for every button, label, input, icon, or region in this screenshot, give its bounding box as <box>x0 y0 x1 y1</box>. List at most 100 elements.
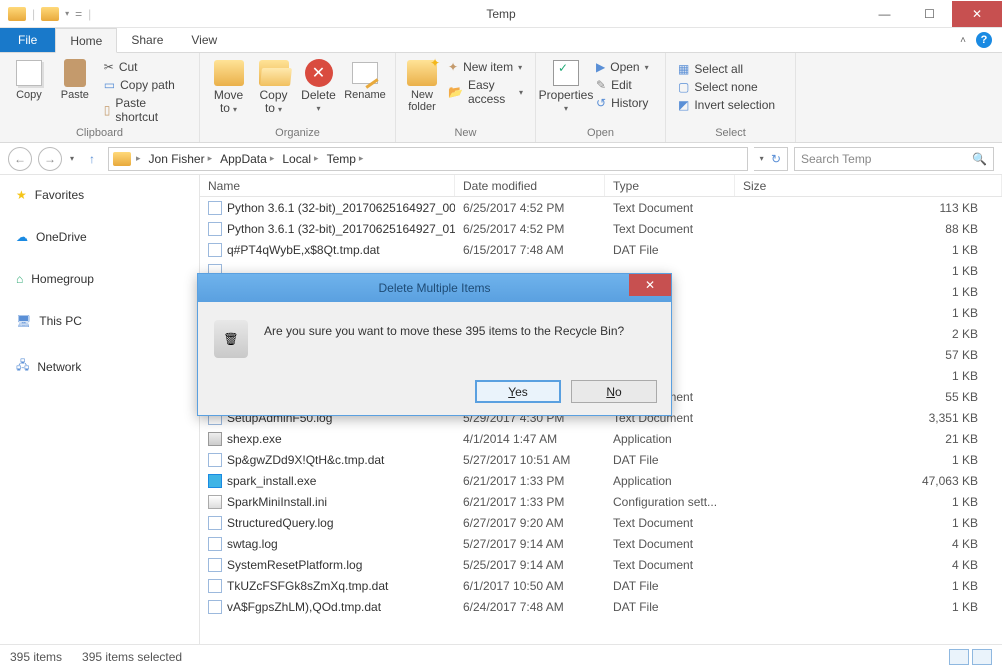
folder-icon <box>113 152 131 166</box>
close-button[interactable]: ✕ <box>952 1 1002 27</box>
col-date[interactable]: Date modified <box>455 175 605 196</box>
new-folder-button[interactable]: New folder <box>404 57 440 115</box>
tab-share[interactable]: Share <box>117 28 177 52</box>
file-type: DAT File <box>605 600 735 614</box>
sidebar-network[interactable]: 🖧Network <box>0 351 199 382</box>
file-icon <box>208 600 222 614</box>
col-name[interactable]: Name <box>200 175 455 196</box>
dialog-titlebar[interactable]: Delete Multiple Items ✕ <box>198 274 671 302</box>
crumb[interactable]: Temp▸ <box>324 152 367 166</box>
cloud-icon: ☁ <box>16 230 28 244</box>
tab-home[interactable]: Home <box>55 28 117 53</box>
qat: | ▾ = | <box>0 7 91 21</box>
recent-dropdown[interactable]: ▾ <box>70 154 74 163</box>
file-date: 5/27/2017 10:51 AM <box>455 453 605 467</box>
select-none-button[interactable]: ▢Select none <box>674 79 779 95</box>
rename-button[interactable]: Rename <box>343 57 387 103</box>
edit-button[interactable]: ✎Edit <box>592 77 653 93</box>
forward-button[interactable]: → <box>38 147 62 171</box>
copy-button[interactable]: Copy <box>8 57 50 103</box>
minimize-button[interactable]: — <box>862 1 907 27</box>
new-item-button[interactable]: ✦New item ▾ <box>444 59 527 75</box>
table-row[interactable]: TkUZcFSFGk8sZmXq.tmp.dat6/1/2017 10:50 A… <box>200 575 1002 596</box>
invert-selection-button[interactable]: ◩Invert selection <box>674 97 779 113</box>
group-label: Open <box>544 127 657 140</box>
file-date: 6/24/2017 7:48 AM <box>455 600 605 614</box>
file-size: 1 KB <box>735 264 1002 278</box>
file-size: 1 KB <box>735 579 1002 593</box>
paste-shortcut-button[interactable]: ▯Paste shortcut <box>100 95 191 125</box>
history-button[interactable]: ↺History <box>592 95 653 111</box>
delete-button[interactable]: ✕Delete ▾ <box>298 57 339 116</box>
table-row[interactable]: Sp&gwZDd9X!QtH&c.tmp.dat5/27/2017 10:51 … <box>200 449 1002 470</box>
table-row[interactable]: spark_install.exe6/21/2017 1:33 PMApplic… <box>200 470 1002 491</box>
col-type[interactable]: Type <box>605 175 735 196</box>
cut-button[interactable]: ✂Cut <box>100 59 191 75</box>
minimize-ribbon-icon[interactable]: ˄ <box>960 35 966 46</box>
sidebar-thispc[interactable]: 🖥This PC <box>0 309 199 333</box>
no-button[interactable]: No <box>571 380 657 403</box>
file-type: Text Document <box>605 222 735 236</box>
equals-icon[interactable]: = <box>75 7 82 21</box>
item-count: 395 items <box>10 650 62 664</box>
search-input[interactable]: Search Temp 🔍 <box>794 147 994 171</box>
refresh-icon[interactable]: ↻ <box>771 152 781 166</box>
chevron-down-icon[interactable]: ▾ <box>65 9 69 18</box>
sidebar-favorites[interactable]: ★Favorites <box>0 183 199 207</box>
file-icon <box>208 474 222 488</box>
addr-dropdown-icon[interactable]: ▾ <box>760 154 764 163</box>
select-all-button[interactable]: ▦Select all <box>674 61 779 77</box>
dialog-close-button[interactable]: ✕ <box>629 274 671 296</box>
file-date: 6/25/2017 4:52 PM <box>455 222 605 236</box>
table-row[interactable]: swtag.log5/27/2017 9:14 AMText Document4… <box>200 533 1002 554</box>
col-size[interactable]: Size <box>735 175 1002 196</box>
easy-access-button[interactable]: 📂Easy access ▾ <box>444 77 527 107</box>
selection-count: 395 items selected <box>82 650 182 664</box>
details-view-icon[interactable] <box>949 649 969 665</box>
table-row[interactable]: q#PT4qWybE,x$8Qt.tmp.dat6/15/2017 7:48 A… <box>200 239 1002 260</box>
move-to-button[interactable]: Move to ▾ <box>208 57 249 117</box>
tab-file[interactable]: File <box>0 28 55 52</box>
maximize-button[interactable]: ☐ <box>907 1 952 27</box>
sidebar-homegroup[interactable]: ⌂Homegroup <box>0 267 199 291</box>
crumb[interactable]: Local▸ <box>279 152 321 166</box>
table-row[interactable]: SparkMiniInstall.ini6/21/2017 1:33 PMCon… <box>200 491 1002 512</box>
file-size: 1 KB <box>735 453 1002 467</box>
help-icon[interactable]: ? <box>976 32 992 48</box>
table-row[interactable]: Python 3.6.1 (32-bit)_20170625164927_01.… <box>200 218 1002 239</box>
up-button[interactable]: ↑ <box>82 149 102 169</box>
table-row[interactable]: vA$FgpsZhLM),QOd.tmp.dat6/24/2017 7:48 A… <box>200 596 1002 617</box>
folder-icon[interactable] <box>41 7 59 21</box>
paste-button[interactable]: Paste <box>54 57 96 103</box>
crumb[interactable]: AppData▸ <box>217 152 277 166</box>
file-size: 1 KB <box>735 285 1002 299</box>
file-icon <box>208 495 222 509</box>
table-row[interactable]: StructuredQuery.log 6/27/2017 9:20 AMText… <box>200 512 1002 533</box>
yes-button[interactable]: Yes <box>475 380 561 403</box>
file-type: Text Document <box>605 516 735 530</box>
back-button[interactable]: ← <box>8 147 32 171</box>
file-icon <box>208 243 222 257</box>
file-icon <box>208 453 222 467</box>
table-row[interactable]: SystemResetPlatform.log5/25/2017 9:14 AM… <box>200 554 1002 575</box>
copy-to-button[interactable]: Copy to ▾ <box>253 57 294 117</box>
group-label: Clipboard <box>8 127 191 140</box>
file-date: 6/27/2017 9:20 AM <box>455 516 605 530</box>
open-button[interactable]: ▶Open ▾ <box>592 59 653 75</box>
table-row[interactable]: shexp.exe4/1/2014 1:47 AMApplication21 K… <box>200 428 1002 449</box>
crumb[interactable]: Jon Fisher▸ <box>146 152 216 166</box>
thumbnails-view-icon[interactable] <box>972 649 992 665</box>
sidebar-onedrive[interactable]: ☁OneDrive <box>0 225 199 249</box>
file-name: q#PT4qWybE,x$8Qt.tmp.dat <box>227 243 380 257</box>
file-type: Application <box>605 432 735 446</box>
properties-button[interactable]: Properties ▾ <box>544 57 588 116</box>
file-list[interactable]: Python 3.6.1 (32-bit)_20170625164927_00.… <box>200 197 1002 644</box>
open-icon: ▶ <box>596 60 605 74</box>
file-size: 3,351 KB <box>735 411 1002 425</box>
breadcrumb[interactable]: ▸ Jon Fisher▸ AppData▸ Local▸ Temp▸ <box>108 147 748 171</box>
tab-view[interactable]: View <box>177 28 231 52</box>
delete-dialog: Delete Multiple Items ✕ 🗑 Are you sure y… <box>197 273 672 416</box>
copy-path-button[interactable]: ▭Copy path <box>100 77 191 93</box>
table-row[interactable]: Python 3.6.1 (32-bit)_20170625164927_00.… <box>200 197 1002 218</box>
file-name: StructuredQuery.log <box>227 516 334 530</box>
